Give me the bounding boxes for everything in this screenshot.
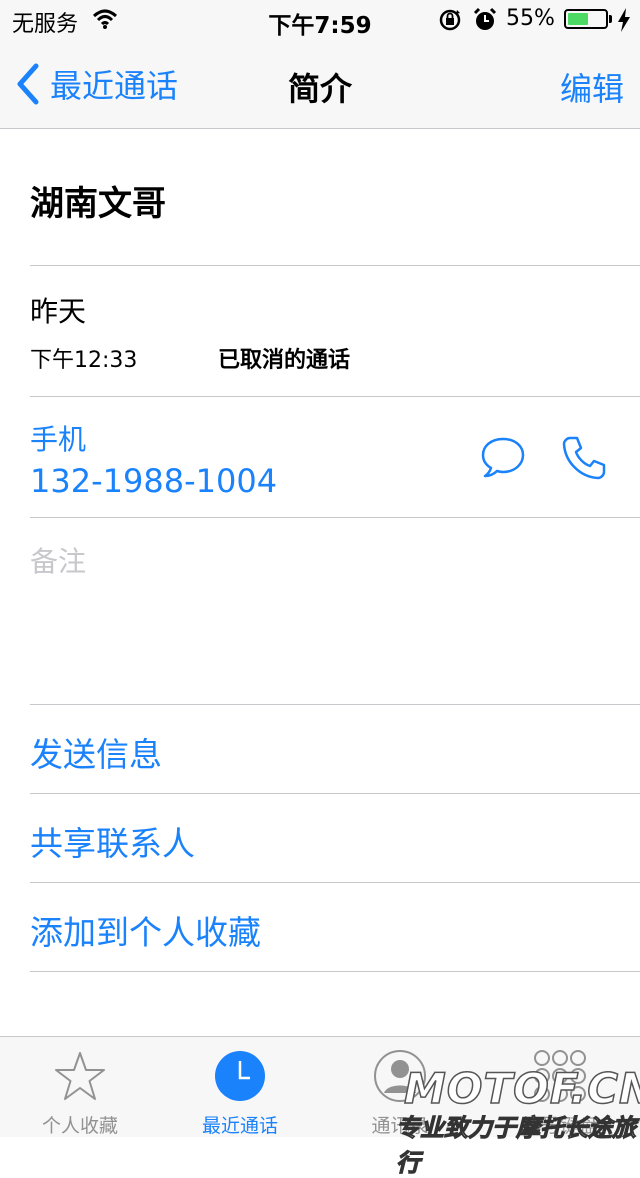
divider xyxy=(30,793,640,794)
notes-field[interactable]: 备注 xyxy=(30,540,86,580)
call-day: 昨天 xyxy=(30,295,87,328)
call-status: 已取消的通话 xyxy=(218,348,351,373)
clock-icon xyxy=(213,1049,267,1107)
tab-label: 个人收藏 xyxy=(41,1115,118,1137)
divider xyxy=(30,517,640,518)
battery-nub xyxy=(609,15,612,23)
divider xyxy=(30,704,640,705)
status-bar: 无服务 下午7:59 55% xyxy=(0,0,640,40)
divider xyxy=(30,396,640,397)
send-message-button[interactable]: 发送信息 xyxy=(30,728,162,776)
phone-label: 手机 xyxy=(30,423,87,456)
charging-icon xyxy=(617,8,631,36)
message-bubble-icon[interactable] xyxy=(480,436,526,482)
keypad-icon xyxy=(533,1049,587,1113)
tab-label: 通讯录 xyxy=(371,1115,429,1137)
phone-call-icon[interactable] xyxy=(560,434,608,486)
person-icon xyxy=(373,1049,427,1107)
star-icon xyxy=(52,1049,108,1109)
page-title: 简介 xyxy=(287,70,352,108)
phone-number[interactable]: 132-1988-1004 xyxy=(30,462,277,500)
divider xyxy=(30,265,640,266)
battery-percent: 55% xyxy=(506,6,555,31)
rotation-lock-icon xyxy=(438,8,464,36)
contact-name: 湖南文哥 xyxy=(30,184,166,224)
battery-icon xyxy=(564,9,608,29)
tab-recents[interactable]: 最近通话 xyxy=(160,1037,320,1137)
add-to-favorites-button[interactable]: 添加到个人收藏 xyxy=(30,906,261,954)
tab-contacts[interactable]: 通讯录 xyxy=(320,1037,480,1137)
tab-label: 拨号键盘 xyxy=(521,1115,598,1137)
tab-label: 最近通话 xyxy=(201,1115,278,1137)
edit-button[interactable]: 编辑 xyxy=(560,64,624,110)
divider xyxy=(30,971,640,972)
tab-favorites[interactable]: 个人收藏 xyxy=(0,1037,160,1137)
nav-bar: 最近通话 简介 编辑 xyxy=(0,40,640,129)
tab-keypad[interactable]: 拨号键盘 xyxy=(480,1037,640,1137)
share-contact-button[interactable]: 共享联系人 xyxy=(30,817,195,865)
tab-bar: 个人收藏 最近通话 通讯录 拨号键盘 xyxy=(0,1036,640,1137)
divider xyxy=(30,882,640,883)
alarm-icon xyxy=(472,7,498,37)
call-time: 下午12:33 xyxy=(30,348,138,373)
